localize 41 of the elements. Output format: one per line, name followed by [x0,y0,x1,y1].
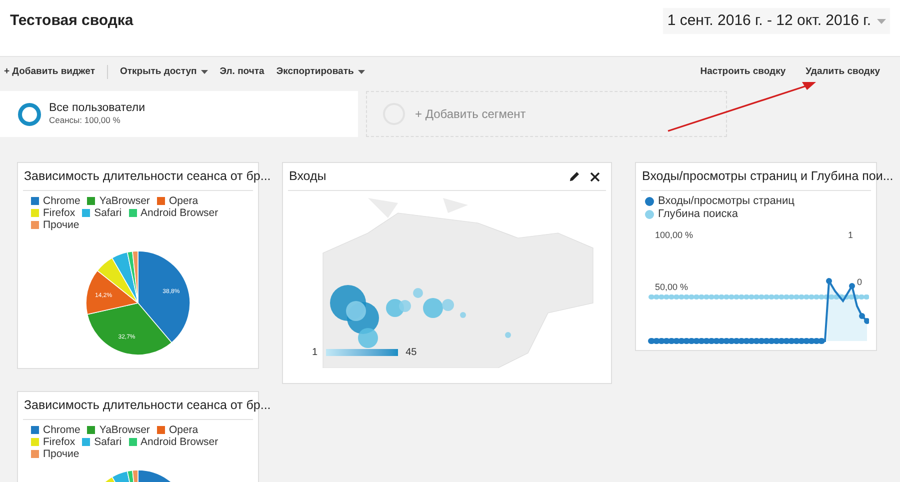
widget-title: Входы [289,168,326,186]
axis-label: 0 [856,277,863,287]
legend-label: Firefox [43,436,76,448]
axis-label: 1 [848,229,853,242]
segment-card[interactable]: Все пользователи Сеансы: 100,00 % [0,91,358,137]
toolbar-button[interactable]: Удалить сводку [806,64,880,80]
widget-title: Входы/просмотры страниц и Глубина пои... [642,168,894,186]
donut-icon [18,102,41,126]
legend-label: Safari [94,436,122,448]
caret-icon [877,18,886,24]
legend-label: Входы/просмотры страниц [658,195,794,208]
legend-label: Прочие [43,219,80,231]
legend-label: Safari [94,207,122,219]
page-title: Тестовая сводка [10,10,134,31]
toolbar-button[interactable]: Открыть доступ [114,64,214,80]
legend-label: Глубина поиска [658,208,738,221]
toolbar-button[interactable]: + Добавить виджет [4,64,101,80]
legend-label: Opera [168,195,198,207]
legend-label: Прочие [43,448,80,460]
close-icon[interactable] [590,172,600,182]
legend-label: Chrome [43,195,80,207]
axis-label: 100,00 % [655,229,694,242]
legend-label: Android Browser [140,207,218,219]
toolbar-button[interactable]: Настроить сводку [700,64,786,80]
scale-min-label: 1 [312,346,318,360]
toolbar-button[interactable]: Эл. почта [214,64,270,80]
legend-label: YaBrowser [99,424,150,436]
toolbar-button[interactable]: Экспортировать [270,64,371,80]
widget-title: Зависимость длительности сеанса от бр... [24,168,271,186]
axis-label: 50,00 % [655,281,688,294]
legend-label: Opera [168,424,198,436]
legend-label: YaBrowser [99,195,150,207]
date-range-picker[interactable]: 1 сент. 2016 г. - 12 окт. 2016 г. [663,8,890,34]
scale-max-label: 45 [406,346,417,360]
segment-name: Все пользователи [49,102,146,114]
legend-label: Firefox [43,207,76,219]
legend-label: Chrome [43,424,80,436]
pencil-icon[interactable] [569,171,580,182]
segment-detail: Сеансы: 100,00 % [49,114,122,126]
legend-label: Android Browser [140,436,218,448]
widget-title: Зависимость длительности сеанса от бр... [24,397,271,414]
